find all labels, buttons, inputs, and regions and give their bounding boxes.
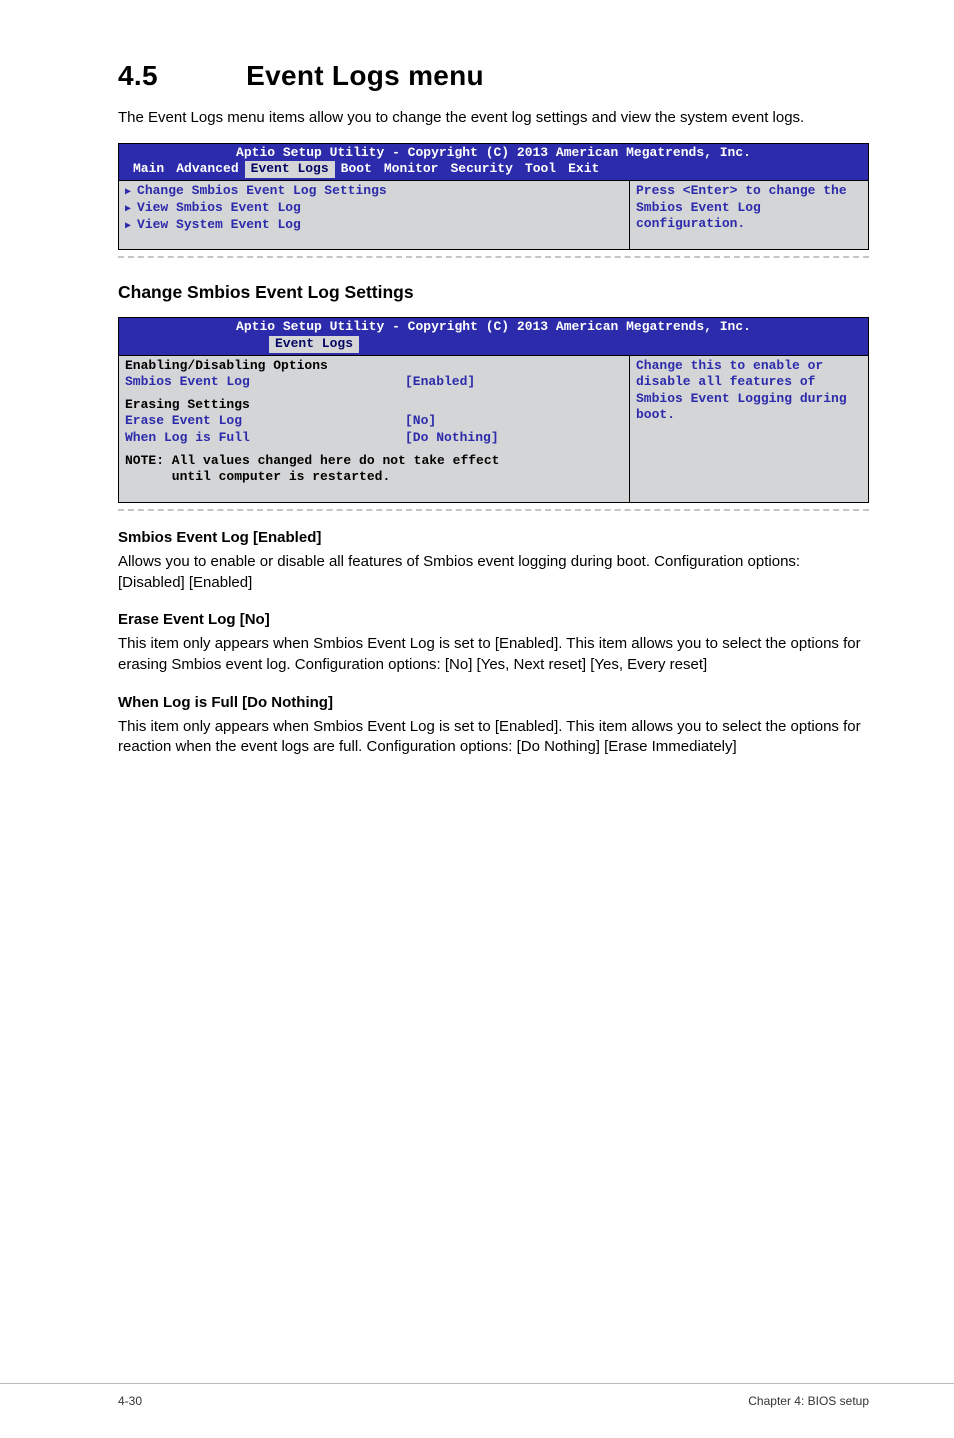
bios-tab-event-logs[interactable]: Event Logs bbox=[269, 336, 359, 353]
bios-option-value: [No] bbox=[405, 413, 436, 430]
bios-group-erasing: Erasing Settings bbox=[125, 397, 623, 414]
triangle-icon: ▶ bbox=[125, 187, 131, 200]
bios-main-area: ▶ Change Smbios Event Log Settings ▶ Vie… bbox=[119, 181, 629, 249]
bios-option-label: Erase Event Log bbox=[125, 413, 405, 430]
bios-item-change-settings[interactable]: ▶ Change Smbios Event Log Settings bbox=[125, 183, 623, 200]
bios-tab-event-logs[interactable]: Event Logs bbox=[245, 161, 335, 178]
bios-option-smbios-event-log[interactable]: Smbios Event Log [Enabled] bbox=[125, 374, 623, 391]
section-heading: 4.5 Event Logs menu bbox=[118, 60, 869, 92]
torn-edge-divider bbox=[118, 256, 869, 258]
option-body: Allows you to enable or disable all feat… bbox=[118, 552, 869, 593]
bios-group-label: Enabling/Disabling Options bbox=[125, 358, 328, 375]
triangle-icon: ▶ bbox=[125, 204, 131, 217]
bios-item-label: View System Event Log bbox=[137, 217, 301, 234]
bios-option-label: When Log is Full bbox=[125, 430, 405, 447]
bios-note-line-2: until computer is restarted. bbox=[125, 469, 623, 486]
option-heading-when-log-full: When Log is Full [Do Nothing] bbox=[118, 694, 869, 711]
bios-item-view-smbios-log[interactable]: ▶ View Smbios Event Log bbox=[125, 200, 623, 217]
section-intro: The Event Logs menu items allow you to c… bbox=[118, 108, 869, 129]
option-heading-erase-event-log: Erase Event Log [No] bbox=[118, 611, 869, 628]
bios-panel-change-settings: Aptio Setup Utility - Copyright (C) 2013… bbox=[118, 317, 869, 503]
bios-help-panel: Press <Enter> to change the Smbios Event… bbox=[629, 181, 868, 249]
torn-edge-divider bbox=[118, 509, 869, 511]
bios-tab-tool[interactable]: Tool bbox=[519, 161, 562, 178]
triangle-icon: ▶ bbox=[125, 221, 131, 234]
bios-main-area: Enabling/Disabling Options Smbios Event … bbox=[119, 356, 629, 502]
bios-title-bar: Aptio Setup Utility - Copyright (C) 2013… bbox=[119, 144, 868, 162]
bios-panel-event-logs: Aptio Setup Utility - Copyright (C) 2013… bbox=[118, 143, 869, 251]
subsection-heading: Change Smbios Event Log Settings bbox=[118, 282, 869, 303]
bios-item-label: View Smbios Event Log bbox=[137, 200, 301, 217]
bios-tab-security[interactable]: Security bbox=[444, 161, 518, 178]
section-title: Event Logs menu bbox=[246, 60, 484, 91]
bios-tab-advanced[interactable]: Advanced bbox=[170, 161, 244, 178]
bios-item-view-system-log[interactable]: ▶ View System Event Log bbox=[125, 217, 623, 234]
section-number: 4.5 bbox=[118, 60, 238, 92]
bios-option-label: Smbios Event Log bbox=[125, 374, 405, 391]
bios-tab-main[interactable]: Main bbox=[127, 161, 170, 178]
bios-option-erase-event-log[interactable]: Erase Event Log [No] bbox=[125, 413, 623, 430]
bios-title-bar: Aptio Setup Utility - Copyright (C) 2013… bbox=[119, 318, 868, 336]
option-body: This item only appears when Smbios Event… bbox=[118, 634, 869, 675]
footer-page-number: 4-30 bbox=[118, 1394, 142, 1408]
bios-option-value: [Do Nothing] bbox=[405, 430, 499, 447]
page-footer: 4-30 Chapter 4: BIOS setup bbox=[0, 1383, 954, 1408]
option-body: This item only appears when Smbios Event… bbox=[118, 717, 869, 758]
bios-tab-monitor[interactable]: Monitor bbox=[378, 161, 445, 178]
bios-tab-row: Main Advanced Event Logs Boot Monitor Se… bbox=[119, 161, 868, 180]
bios-group-enabling: Enabling/Disabling Options bbox=[125, 358, 623, 375]
bios-help-panel: Change this to enable or disable all fea… bbox=[629, 356, 868, 502]
option-heading-smbios-event-log: Smbios Event Log [Enabled] bbox=[118, 529, 869, 546]
bios-option-value: [Enabled] bbox=[405, 374, 475, 391]
footer-chapter: Chapter 4: BIOS setup bbox=[748, 1394, 869, 1408]
bios-item-label: Change Smbios Event Log Settings bbox=[137, 183, 387, 200]
bios-tab-boot[interactable]: Boot bbox=[335, 161, 378, 178]
bios-tab-row: Event Logs bbox=[119, 336, 868, 355]
bios-option-when-log-full[interactable]: When Log is Full [Do Nothing] bbox=[125, 430, 623, 447]
bios-group-label: Erasing Settings bbox=[125, 397, 250, 414]
bios-note-line-1: NOTE: All values changed here do not tak… bbox=[125, 453, 623, 470]
bios-tab-exit[interactable]: Exit bbox=[562, 161, 605, 178]
